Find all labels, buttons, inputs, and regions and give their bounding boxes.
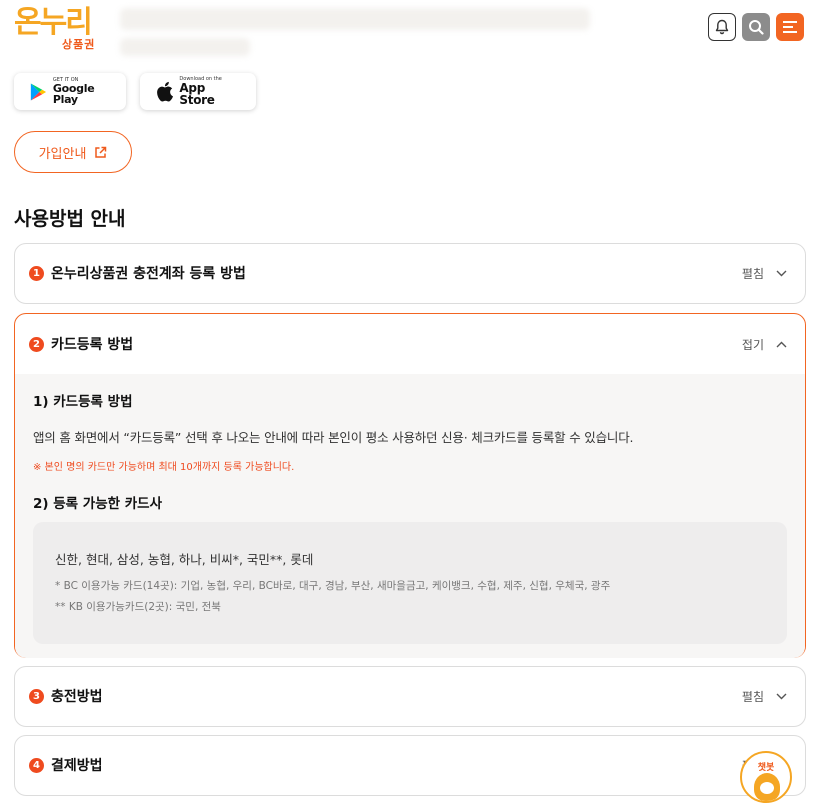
- accordion-item-account-registration: 1 온누리상품권 충전계좌 등록 방법 펼침: [14, 243, 806, 304]
- menu-button[interactable]: [776, 13, 804, 41]
- app-store-button[interactable]: Download on the App Store: [140, 73, 256, 110]
- accordion-body: 1) 카드등록 방법 앱의 홈 화면에서 “카드등록” 선택 후 나오는 안내에…: [15, 374, 805, 658]
- bc-card-note: * BC 이용가능 카드(14곳): 기업, 농협, 우리, BC바로, 대구,…: [55, 580, 611, 592]
- subheading-available-cards: 2) 등록 가능한 카드사: [33, 496, 163, 512]
- accordion-item-payment: 4 결제방법 펼침: [14, 735, 806, 796]
- google-play-icon: [30, 83, 47, 100]
- app-store-links: GET IT ON Google Play Download on the Ap…: [14, 73, 256, 110]
- toggle-label: 펼침: [741, 266, 764, 281]
- step-number-badge: 3: [29, 688, 44, 704]
- chevron-up-icon: [776, 341, 787, 347]
- collapse-toggle[interactable]: 접기: [742, 336, 787, 353]
- join-guide-label: 가입안내: [38, 146, 87, 162]
- bell-icon: [715, 19, 729, 35]
- chatbot-label: 챗봇: [757, 763, 775, 773]
- external-link-icon: [95, 146, 107, 158]
- step-number-badge: 2: [29, 336, 44, 352]
- step-number-badge: 1: [29, 265, 44, 281]
- accordion-title: 카드등록 방법: [51, 337, 134, 353]
- accordion-header[interactable]: 4 결제방법 펼침: [15, 736, 805, 794]
- card-registration-description: 앱의 홈 화면에서 “카드등록” 선택 후 나오는 안내에 따라 본인이 평소 …: [33, 430, 634, 445]
- app-store-label: App Store: [179, 81, 215, 107]
- chatbot-button[interactable]: 챗봇: [740, 751, 792, 803]
- chevron-down-icon: [776, 270, 787, 276]
- section-title: 사용방법 안내: [14, 208, 126, 230]
- search-button[interactable]: [742, 13, 770, 41]
- hamburger-menu-icon: [783, 21, 797, 33]
- blurred-banner: [120, 8, 590, 30]
- available-cards-box: 신한, 현대, 삼성, 농협, 하나, 비씨*, 국민**, 롯데 * BC 이…: [33, 522, 787, 644]
- card-registration-notice: ※ 본인 명의 카드만 가능하며 최대 10개까지 등록 가능합니다.: [33, 462, 295, 473]
- accordion-item-charging: 3 충전방법 펼침: [14, 666, 806, 727]
- search-icon: [749, 20, 764, 35]
- notification-button[interactable]: [708, 13, 736, 41]
- toggle-label: 펼침: [741, 689, 764, 704]
- chatbot-mascot-icon: [754, 773, 780, 801]
- expand-toggle[interactable]: 펼침: [742, 265, 787, 282]
- accordion-item-card-registration: 2 카드등록 방법 접기 1) 카드등록 방법 앱의 홈 화면에서 “카드등록”…: [14, 313, 806, 658]
- logo-text: 온누리: [14, 5, 93, 40]
- accordion-title: 결제방법: [51, 758, 103, 774]
- chevron-down-icon: [776, 693, 787, 699]
- accordion-header[interactable]: 2 카드등록 방법 접기: [15, 314, 805, 374]
- apple-icon: [157, 81, 174, 102]
- step-number-badge: 4: [29, 757, 44, 773]
- card-company-list: 신한, 현대, 삼성, 농협, 하나, 비씨*, 국민**, 롯데: [55, 552, 314, 567]
- accordion-header[interactable]: 1 온누리상품권 충전계좌 등록 방법 펼침: [15, 244, 805, 302]
- expand-toggle[interactable]: 펼침: [742, 688, 787, 705]
- google-play-label: Google Play: [52, 82, 95, 106]
- toggle-label: 접기: [741, 337, 764, 352]
- accordion-title: 충전방법: [51, 689, 103, 705]
- header-actions: [708, 13, 804, 41]
- subheading-card-registration: 1) 카드등록 방법: [33, 394, 133, 410]
- google-play-button[interactable]: GET IT ON Google Play: [14, 73, 126, 110]
- onnuri-logo[interactable]: 온누리 상품권: [14, 6, 114, 52]
- kb-card-note: ** KB 이용가능카드(2곳): 국민, 전북: [55, 600, 221, 613]
- logo-subtext: 상품권: [62, 38, 96, 51]
- join-guide-button[interactable]: 가입안내: [14, 131, 132, 173]
- blurred-banner-2: [120, 38, 250, 56]
- accordion-title: 온누리상품권 충전계좌 등록 방법: [51, 266, 246, 282]
- accordion-header[interactable]: 3 충전방법 펼침: [15, 667, 805, 725]
